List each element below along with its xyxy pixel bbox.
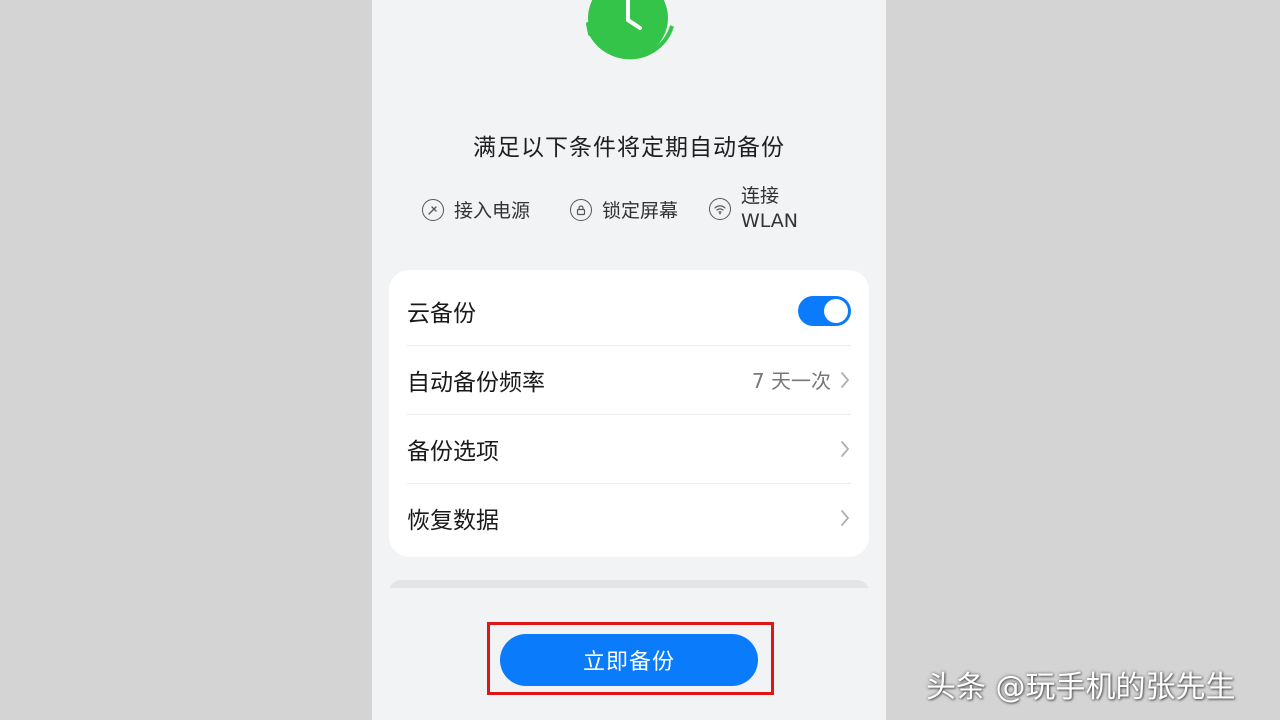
restore-data-label: 恢复数据 <box>407 507 499 534</box>
condition-power: 接入电源 <box>422 196 530 223</box>
condition-wlan-line1: 连接 <box>741 185 780 207</box>
wifi-icon <box>709 198 731 220</box>
backup-options-row[interactable]: 备份选项 <box>407 414 851 482</box>
condition-power-label: 接入电源 <box>454 200 531 222</box>
toggle-knob <box>824 299 848 323</box>
watermark: 头条 @玩手机的张先生 <box>926 670 1236 705</box>
cloud-backup-row[interactable]: 云备份 <box>407 277 851 345</box>
condition-wlan-line2: WLAN <box>741 210 799 232</box>
backup-clock-icon <box>586 0 674 60</box>
page-title: 满足以下条件将定期自动备份 <box>473 135 785 161</box>
restore-data-row[interactable]: 恢复数据 <box>407 483 851 551</box>
condition-wlan-label: 连接 WLAN <box>741 184 798 234</box>
lock-icon <box>570 198 592 221</box>
backup-frequency-value: 7 天一次 <box>751 369 831 393</box>
chevron-right-icon <box>841 371 850 388</box>
backup-frequency-label: 自动备份频率 <box>407 369 545 396</box>
backup-frequency-row[interactable]: 自动备份频率 7 天一次 <box>407 345 851 413</box>
condition-lock-label: 锁定屏幕 <box>602 200 679 222</box>
backup-options-label: 备份选项 <box>407 438 499 465</box>
condition-wlan: 连接 WLAN <box>709 184 798 234</box>
settings-card: 云备份 自动备份频率 7 天一次 备份选项 恢复数据 <box>389 270 869 557</box>
backup-screen: 满足以下条件将定期自动备份 接入电源 锁定屏幕 连接 WLAN 云备份 自动备份… <box>372 0 886 720</box>
power-plug-icon <box>422 198 444 221</box>
backup-now-button[interactable]: 立即备份 <box>500 634 758 686</box>
cloud-backup-toggle[interactable] <box>798 296 851 326</box>
condition-lock: 锁定屏幕 <box>570 196 678 223</box>
cloud-backup-label: 云备份 <box>407 301 476 327</box>
chevron-right-icon <box>841 509 850 526</box>
chevron-right-icon <box>841 440 850 457</box>
